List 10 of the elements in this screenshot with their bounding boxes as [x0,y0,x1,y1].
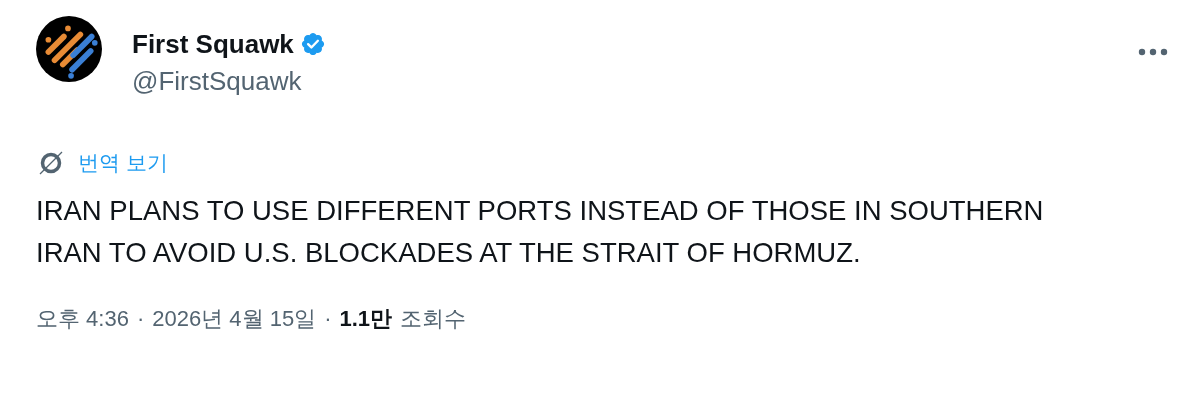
post-text: IRAN PLANS TO USE DIFFERENT PORTS INSTEAD OF THOSE IN SOUTHERN IRAN TO AVOID U.S. BLOCKADES AT THE STRAIT OF HORMUZ. [36,194,1045,270]
author-handle[interactable]: @FirstSquawk [132,64,1104,98]
author-name[interactable]: First Squawk [132,28,294,60]
views-label: 조회수 [400,305,467,333]
avatar-logo[interactable] [36,16,102,82]
post-date[interactable]: 2026년 4월 15일 [152,304,317,334]
views-count: 1.1만 [339,305,393,333]
post-time[interactable]: 오후 4:36 [36,304,129,334]
separator-dot: · [136,306,145,332]
separator-dot: · [324,306,332,332]
